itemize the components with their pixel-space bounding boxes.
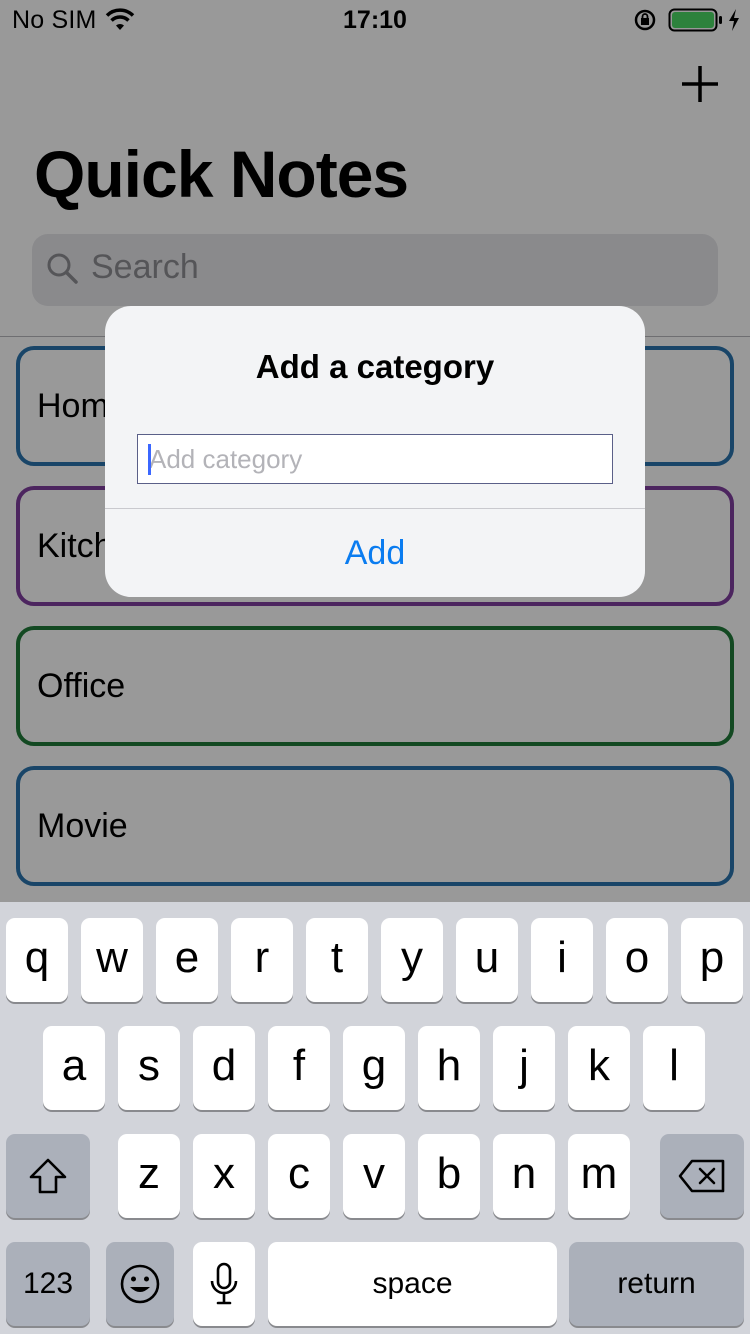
emoji-key[interactable] xyxy=(106,1242,174,1326)
space-key[interactable]: space xyxy=(268,1242,557,1326)
microphone-icon xyxy=(210,1262,238,1305)
key-q[interactable]: q xyxy=(6,918,68,1002)
key-d[interactable]: d xyxy=(193,1026,255,1110)
key-e[interactable]: e xyxy=(156,918,218,1002)
key-l[interactable]: l xyxy=(643,1026,705,1110)
delete-key[interactable] xyxy=(660,1134,744,1218)
key-k[interactable]: k xyxy=(568,1026,630,1110)
key-s[interactable]: s xyxy=(118,1026,180,1110)
key-j[interactable]: j xyxy=(493,1026,555,1110)
emoji-icon xyxy=(120,1264,160,1304)
key-u[interactable]: u xyxy=(456,918,518,1002)
key-r[interactable]: r xyxy=(231,918,293,1002)
key-x[interactable]: x xyxy=(193,1134,255,1218)
key-a[interactable]: a xyxy=(43,1026,105,1110)
text-cursor xyxy=(148,444,151,475)
key-i[interactable]: i xyxy=(531,918,593,1002)
key-n[interactable]: n xyxy=(493,1134,555,1218)
key-f[interactable]: f xyxy=(268,1026,330,1110)
key-v[interactable]: v xyxy=(343,1134,405,1218)
key-z[interactable]: z xyxy=(118,1134,180,1218)
key-w[interactable]: w xyxy=(81,918,143,1002)
category-name-input[interactable]: Add category xyxy=(137,434,613,484)
add-category-alert: Add a category Add category Add xyxy=(105,306,645,597)
numbers-key[interactable]: 123 xyxy=(6,1242,90,1326)
key-y[interactable]: y xyxy=(381,918,443,1002)
alert-add-button[interactable]: Add xyxy=(105,509,645,597)
key-b[interactable]: b xyxy=(418,1134,480,1218)
key-m[interactable]: m xyxy=(568,1134,630,1218)
keyboard: qwertyuiop asdfghjkl zxcvbnm 123 space r… xyxy=(0,902,750,1334)
category-input-placeholder: Add category xyxy=(149,444,303,474)
key-o[interactable]: o xyxy=(606,918,668,1002)
return-key[interactable]: return xyxy=(569,1242,744,1326)
shift-key[interactable] xyxy=(6,1134,90,1218)
shift-icon xyxy=(29,1158,67,1194)
key-c[interactable]: c xyxy=(268,1134,330,1218)
key-t[interactable]: t xyxy=(306,918,368,1002)
key-g[interactable]: g xyxy=(343,1026,405,1110)
key-p[interactable]: p xyxy=(681,918,743,1002)
alert-title: Add a category xyxy=(255,348,495,385)
key-h[interactable]: h xyxy=(418,1026,480,1110)
delete-icon xyxy=(678,1159,725,1193)
microphone-key[interactable] xyxy=(193,1242,255,1326)
